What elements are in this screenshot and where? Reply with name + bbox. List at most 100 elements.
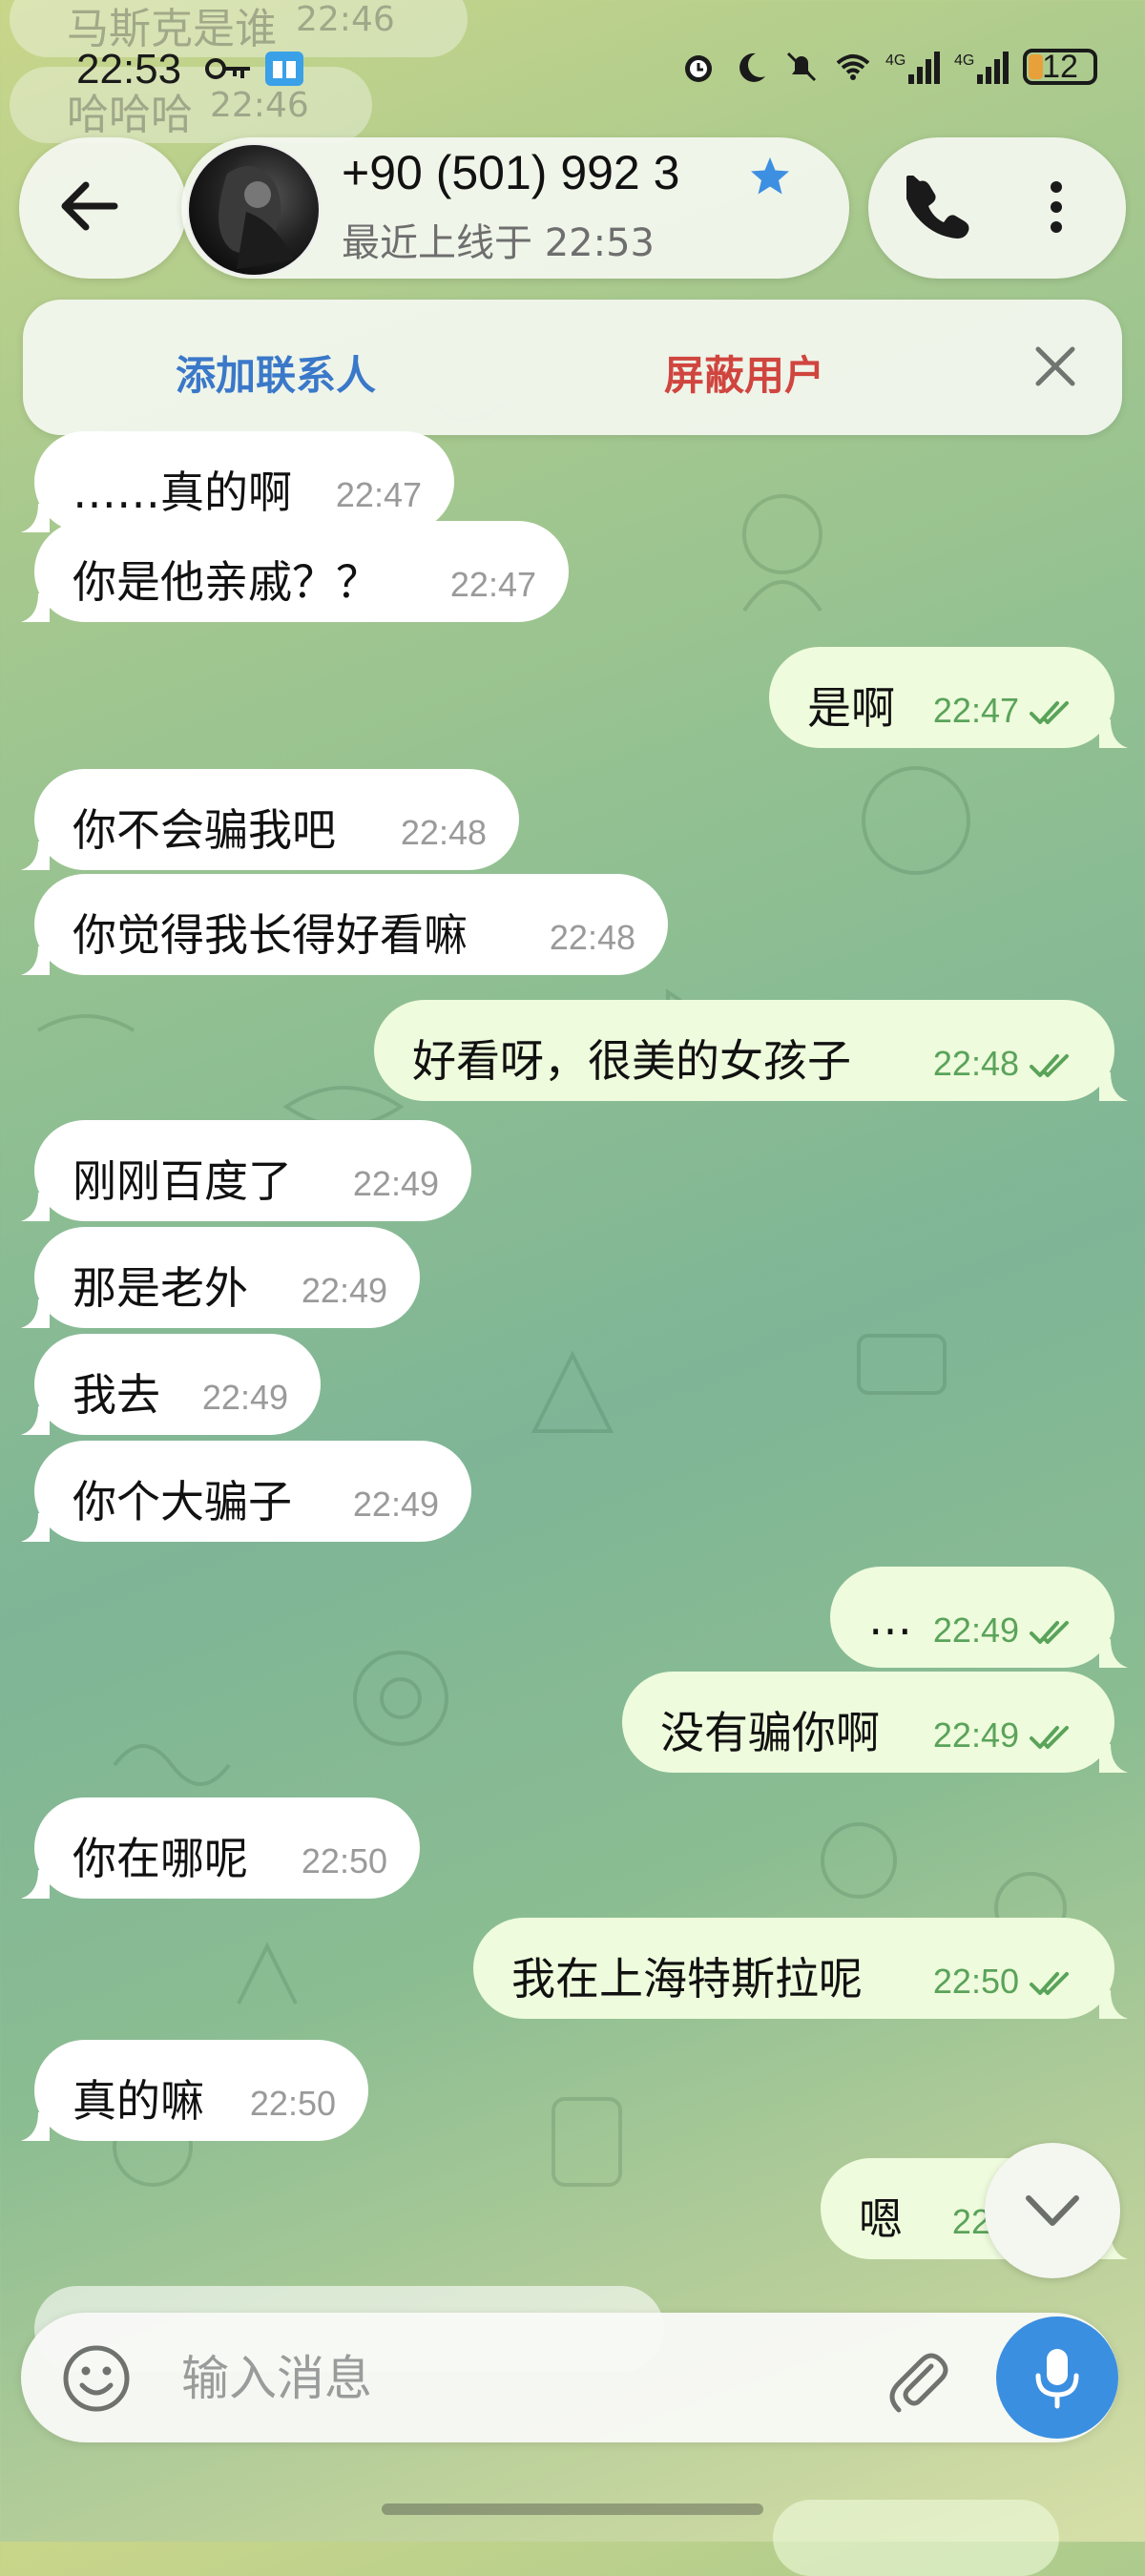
microphone-icon <box>1035 2349 1079 2409</box>
incoming-message[interactable]: ……真的啊 22:47 <box>21 431 454 532</box>
contact-avatar[interactable] <box>187 143 321 277</box>
message-time: 22:50 <box>301 1841 387 1880</box>
scroll-to-bottom-button[interactable] <box>985 2143 1120 2278</box>
bubble-tail <box>1099 1990 1128 2019</box>
incoming-message[interactable]: 你觉得我长得好看嘛 22:48 <box>21 874 668 975</box>
incoming-message[interactable]: 真的嘛 22:50 <box>21 2040 368 2141</box>
emoji-icon[interactable] <box>61 2343 132 2414</box>
message-time: 22:49 <box>932 1610 1019 1650</box>
message-time: 22:47 <box>449 565 536 604</box>
more-options-icon[interactable] <box>1032 176 1080 239</box>
outgoing-message[interactable]: 我在上海特斯拉呢 22:50 <box>473 1918 1128 2019</box>
alarm-icon <box>685 55 712 82</box>
message-input[interactable] <box>179 2339 870 2418</box>
bubble-tail <box>21 1406 50 1435</box>
home-indicator <box>382 2503 763 2515</box>
message-time: 22:49 <box>201 1378 288 1417</box>
read-receipt-icon <box>1030 1972 1069 1995</box>
ghost-message-time: 22:46 <box>296 0 395 39</box>
outgoing-message[interactable]: 是啊 22:47 <box>769 647 1128 748</box>
chevron-down-icon <box>1026 2195 1079 2226</box>
bubble-tail <box>1099 719 1128 748</box>
message-time: 22:47 <box>335 475 422 514</box>
incoming-message[interactable]: 那是老外 22:49 <box>21 1227 420 1328</box>
message-time: 22:49 <box>932 1715 1019 1755</box>
message-text: 真的嘛 <box>73 2075 204 2127</box>
ghost-message <box>773 2500 1059 2576</box>
bubble-tail <box>21 946 50 975</box>
outgoing-message[interactable]: … 22:49 <box>830 1567 1128 1668</box>
incoming-message[interactable]: 你不会骗我吧 22:48 <box>21 769 519 870</box>
bubble-tail <box>1099 1744 1128 1773</box>
message-composer <box>21 2313 1118 2442</box>
bubble-tail <box>21 1193 50 1221</box>
network-type-2: 4G <box>954 52 974 69</box>
contact-name: +90 (501) 992 3 <box>342 146 680 199</box>
do-not-disturb-moon-icon <box>739 52 765 82</box>
message-time: 22:48 <box>400 813 487 852</box>
avatar-image <box>219 166 294 269</box>
block-user-button[interactable]: 屏蔽用户 <box>664 343 824 402</box>
outgoing-message[interactable]: 好看呀，很美的女孩子 22:48 <box>374 1000 1128 1101</box>
reader-app-icon <box>265 52 303 86</box>
voice-record-button[interactable] <box>996 2316 1118 2439</box>
message-text: 刚刚百度了 <box>73 1155 292 1207</box>
bell-muted-icon <box>786 52 817 82</box>
last-seen-status: 最近上线于 22:53 <box>342 221 655 265</box>
bubble-tail <box>21 1299 50 1328</box>
incoming-message[interactable]: 你在哪呢 22:50 <box>21 1797 420 1899</box>
message-text: 你个大骗子 <box>73 1476 292 1527</box>
message-text: 你觉得我长得好看嘛 <box>73 909 468 961</box>
bubble-tail <box>1099 1072 1128 1101</box>
battery-level: 12 <box>1042 49 1078 85</box>
close-icon[interactable] <box>1030 342 1080 391</box>
message-text: 没有骗你啊 <box>660 1707 880 1758</box>
message-text: 我在上海特斯拉呢 <box>511 1953 863 2005</box>
message-text: ……真的啊 <box>73 467 292 518</box>
bubble-tail <box>21 593 50 622</box>
incoming-message[interactable]: 刚刚百度了 22:49 <box>21 1120 471 1221</box>
incoming-message[interactable]: 你个大骗子 22:49 <box>21 1441 471 1542</box>
add-contact-button[interactable]: 添加联系人 <box>176 343 376 402</box>
read-receipt-icon <box>1030 1054 1069 1077</box>
outgoing-message[interactable]: 没有骗你啊 22:49 <box>622 1672 1128 1773</box>
status-icons: 4G 4G 12 <box>679 48 1097 86</box>
battery-indicator: 12 <box>1023 49 1097 85</box>
new-contact-banner: 添加联系人 屏蔽用户 <box>23 300 1122 435</box>
message-time: 22:50 <box>249 2084 336 2123</box>
bubble-tail <box>21 841 50 870</box>
bubble-tail <box>21 504 50 532</box>
read-receipt-icon <box>1030 1621 1069 1644</box>
incoming-message[interactable]: 你是他亲戚？？ 22:47 <box>21 521 569 622</box>
message-time: 22:50 <box>932 1962 1019 2001</box>
message-time: 22:49 <box>352 1164 439 1203</box>
message-time: 22:49 <box>352 1485 439 1524</box>
bubble-tail <box>21 1513 50 1542</box>
key-icon <box>205 58 250 79</box>
read-receipt-icon <box>1030 1726 1069 1749</box>
signal-icon: 4G <box>954 52 1009 84</box>
status-bar: 22:53 4G 4G 12 <box>0 38 1145 105</box>
bubble-tail <box>21 1870 50 1899</box>
bubble-tail <box>1099 1639 1128 1668</box>
message-time: 22:47 <box>932 691 1019 730</box>
message-text: 你不会骗我吧 <box>73 804 336 856</box>
message-text: 那是老外 <box>73 1262 248 1314</box>
message-text: 好看呀，很美的女孩子 <box>412 1035 851 1087</box>
incoming-message[interactable]: 我去 22:49 <box>21 1334 321 1435</box>
bubble-tail <box>21 2112 50 2141</box>
star-badge-icon <box>751 157 789 195</box>
message-time: 22:48 <box>549 918 635 957</box>
back-arrow-icon[interactable] <box>55 172 124 240</box>
phone-call-icon[interactable] <box>906 176 969 239</box>
wifi-icon <box>836 54 870 80</box>
paperclip-icon[interactable] <box>884 2345 952 2414</box>
message-text: 我去 <box>73 1369 160 1421</box>
message-text: … <box>868 1593 912 1645</box>
message-text: 嗯 <box>859 2193 903 2245</box>
message-text: 你在哪呢 <box>73 1833 248 1884</box>
signal-icon: 4G <box>885 52 940 84</box>
status-time: 22:53 <box>76 46 182 93</box>
message-text: 你是他亲戚？？ <box>73 556 380 608</box>
read-receipt-icon <box>1030 701 1069 724</box>
